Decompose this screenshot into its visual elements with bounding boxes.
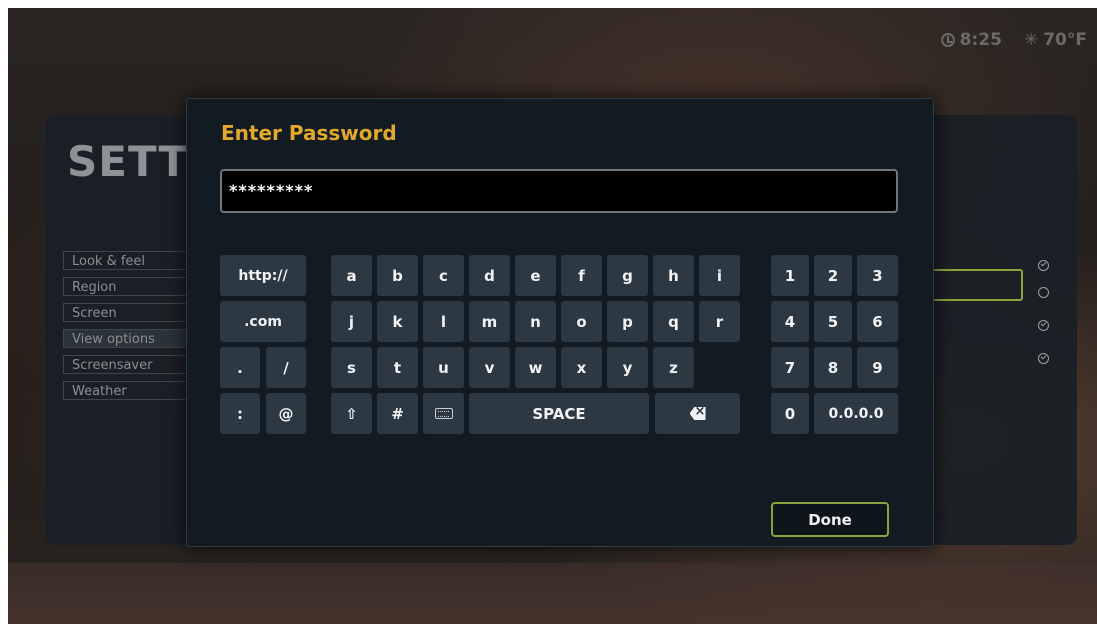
key-ip-address[interactable]: 0.0.0.0 [814, 393, 898, 434]
key-letter[interactable]: g [607, 255, 648, 296]
check-icon [1038, 320, 1049, 331]
keyboard-layout-key[interactable] [423, 393, 464, 434]
key-digit[interactable]: 7 [771, 347, 809, 388]
key-letter[interactable]: a [331, 255, 372, 296]
key-digit[interactable]: 6 [857, 301, 898, 342]
key-letter[interactable]: x [561, 347, 602, 388]
clock: 8:25 [940, 30, 1002, 50]
menu-item-screensaver[interactable]: Screensaver [63, 355, 193, 374]
key-digit[interactable]: 1 [771, 255, 809, 296]
key-letter[interactable]: e [515, 255, 556, 296]
weather: ✳ 70°F [1024, 30, 1087, 50]
option-check-4[interactable] [1038, 353, 1049, 368]
space-key[interactable]: SPACE [469, 393, 649, 434]
password-dialog: Enter Password ********* http:// .com . … [186, 98, 934, 547]
temperature: 70°F [1043, 30, 1087, 50]
key-letter[interactable]: i [699, 255, 740, 296]
key-letter[interactable]: r [699, 301, 740, 342]
key-digit[interactable]: 5 [814, 301, 852, 342]
key-letter[interactable]: w [515, 347, 556, 388]
key-letter[interactable]: b [377, 255, 418, 296]
key-letter[interactable]: z [653, 347, 694, 388]
menu-item-view-options[interactable]: View options [63, 329, 193, 348]
shift-icon: ⇧ [345, 404, 358, 423]
key-digit[interactable]: 0 [771, 393, 809, 434]
key-digit[interactable]: 9 [857, 347, 898, 388]
key-dot[interactable]: . [220, 347, 260, 388]
backspace-key[interactable] [655, 393, 740, 434]
key-colon[interactable]: : [220, 393, 260, 434]
key-letter[interactable]: u [423, 347, 464, 388]
key-http[interactable]: http:// [220, 255, 306, 296]
clock-icon [940, 33, 955, 47]
clock-time: 8:25 [959, 30, 1002, 50]
check-icon [1038, 260, 1049, 271]
settings-menu: Look & feel Region Screen View options S… [63, 251, 193, 407]
menu-item-look-feel[interactable]: Look & feel [63, 251, 193, 270]
tv-screen: 8:25 ✳ 70°F SETT Look & feel Region Scre… [8, 8, 1097, 624]
key-letter[interactable]: n [515, 301, 556, 342]
key-digit[interactable]: 3 [857, 255, 898, 296]
dialog-title: Enter Password [221, 121, 397, 145]
key-letter[interactable]: m [469, 301, 510, 342]
check-icon [1038, 353, 1049, 364]
option-check-2[interactable] [1038, 287, 1049, 302]
key-letter[interactable]: f [561, 255, 602, 296]
option-check-3[interactable] [1038, 320, 1049, 335]
key-hash[interactable]: # [377, 393, 418, 434]
sun-icon: ✳ [1023, 30, 1039, 50]
shift-key[interactable]: ⇧ [331, 393, 372, 434]
key-letter[interactable]: h [653, 255, 694, 296]
key-dotcom[interactable]: .com [220, 301, 306, 342]
key-digit[interactable]: 4 [771, 301, 809, 342]
backspace-icon [689, 407, 706, 420]
key-letter[interactable]: q [653, 301, 694, 342]
key-letter[interactable]: o [561, 301, 602, 342]
done-button[interactable]: Done [771, 502, 889, 537]
background-bottom [8, 563, 1097, 624]
key-digit[interactable]: 8 [814, 347, 852, 388]
key-letter[interactable]: k [377, 301, 418, 342]
key-letter[interactable]: c [423, 255, 464, 296]
key-letter[interactable]: j [331, 301, 372, 342]
key-at[interactable]: @ [266, 393, 306, 434]
password-input[interactable]: ********* [220, 169, 898, 213]
keyboard-icon [434, 408, 453, 419]
key-letter[interactable]: p [607, 301, 648, 342]
status-bar: 8:25 ✳ 70°F [940, 30, 1087, 50]
key-letter[interactable]: t [377, 347, 418, 388]
key-digit[interactable]: 2 [814, 255, 852, 296]
key-slash[interactable]: / [266, 347, 306, 388]
key-letter[interactable]: s [331, 347, 372, 388]
key-letter[interactable]: v [469, 347, 510, 388]
radio-empty-icon [1038, 287, 1049, 298]
key-letter[interactable]: l [423, 301, 464, 342]
menu-item-weather[interactable]: Weather [63, 381, 193, 400]
page-title: SETT [67, 137, 189, 186]
menu-item-screen[interactable]: Screen [63, 303, 193, 322]
option-check-1[interactable] [1038, 260, 1049, 275]
key-letter[interactable]: y [607, 347, 648, 388]
menu-item-region[interactable]: Region [63, 277, 193, 296]
key-letter[interactable]: d [469, 255, 510, 296]
